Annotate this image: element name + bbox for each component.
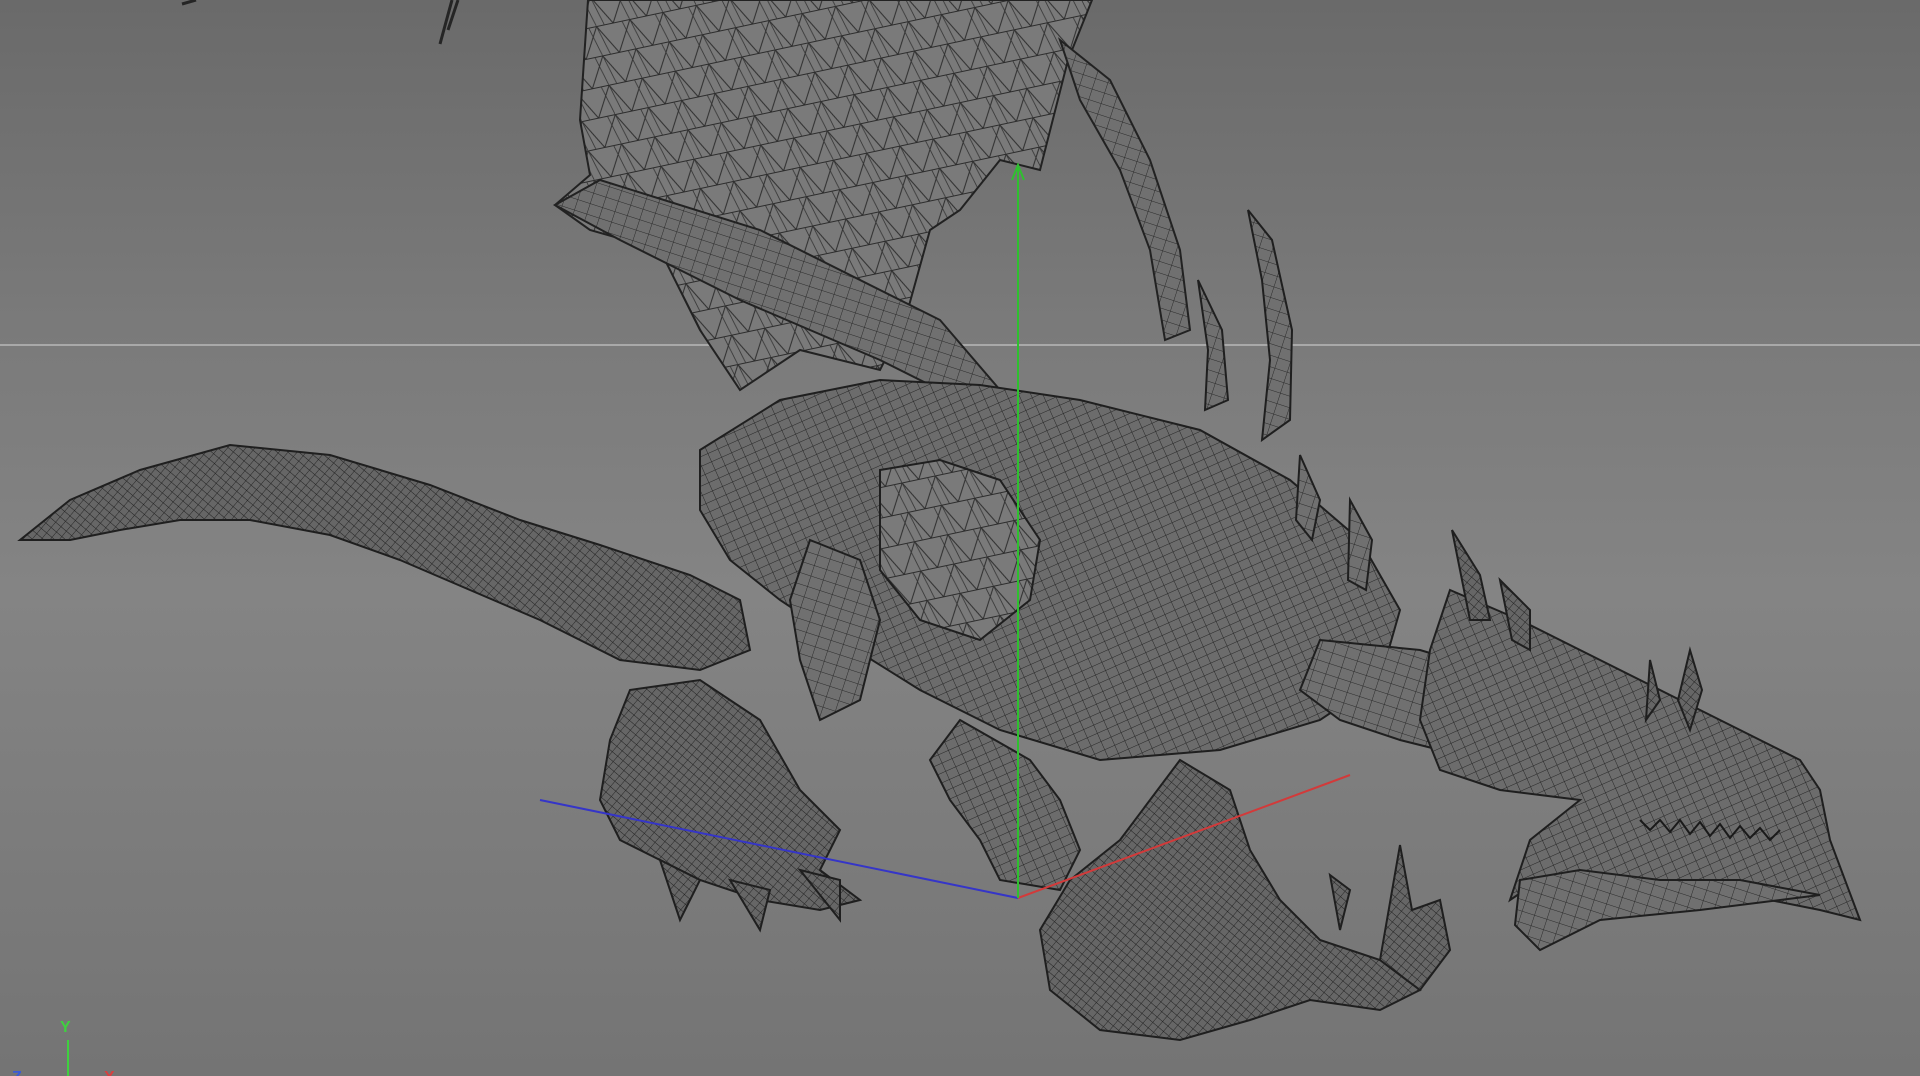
3d-viewport[interactable]: Y Z X [0, 0, 1920, 1076]
axis-indicator-x-label: X [104, 1069, 115, 1076]
view-axis-indicator: Y Z X [12, 1019, 115, 1076]
wing-bone-right [1057, 37, 1192, 342]
head [1418, 588, 1862, 922]
axis-indicator-z-label: Z [12, 1069, 22, 1076]
back-spike-large [1247, 209, 1294, 443]
wing-tip-wire [181, 0, 460, 45]
axis-indicator-y-label: Y [60, 1019, 71, 1036]
front-leg [1038, 758, 1422, 1042]
viewport-canvas[interactable]: Y Z X [0, 0, 1920, 1076]
tail [17, 443, 752, 672]
dragon-wireframe-mesh[interactable] [17, 0, 1862, 1042]
